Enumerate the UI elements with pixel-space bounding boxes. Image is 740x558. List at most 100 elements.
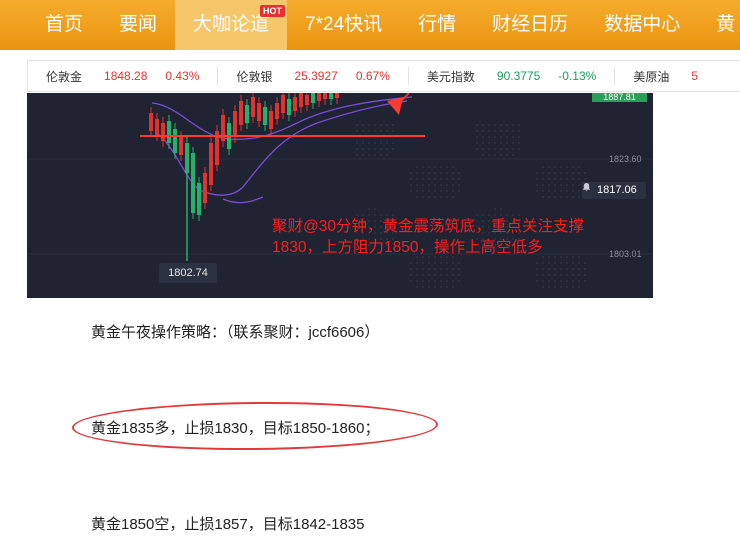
map-dot <box>428 280 430 282</box>
map-dot <box>446 262 448 264</box>
band-lower-tail <box>222 196 264 204</box>
nav-item-news[interactable]: 要闻 <box>101 0 175 50</box>
short-strategy-text: 黄金1850空，止损1857，目标1842-1835 <box>91 516 365 533</box>
map-dot <box>554 166 556 168</box>
ticker-item-us-oil[interactable]: 美原油 5 <box>614 67 734 85</box>
ticker-change: 0.43% <box>165 69 200 83</box>
nav-item-data-center[interactable]: 数据中心 <box>586 0 698 50</box>
map-dot <box>362 130 364 132</box>
map-dot <box>446 184 448 186</box>
map-dot <box>536 262 538 264</box>
map-dot <box>428 184 430 186</box>
nav-item-expert-talk[interactable]: 大咖论道 HOT <box>175 0 288 50</box>
nav-item-calendar[interactable]: 财经日历 <box>474 0 586 50</box>
map-dot <box>428 178 430 180</box>
candle-body <box>155 119 159 135</box>
map-dot <box>482 148 484 150</box>
map-dot <box>368 124 370 126</box>
map-dot <box>536 184 538 186</box>
ticker-item-dollar-index[interactable]: 美元指数 90.3775 -0.13% <box>407 67 614 85</box>
map-dot <box>380 124 382 126</box>
map-dot <box>416 166 418 168</box>
map-dot <box>410 190 412 192</box>
map-dot <box>440 172 442 174</box>
map-dot <box>440 190 442 192</box>
map-dot <box>380 154 382 156</box>
map-dot <box>578 178 580 180</box>
map-dot <box>566 268 568 270</box>
map-dot <box>422 172 424 174</box>
candle-body <box>203 173 207 203</box>
map-dot <box>434 178 436 180</box>
map-dot <box>566 184 568 186</box>
map-dot <box>452 172 454 174</box>
map-dot <box>410 274 412 276</box>
map-dot <box>410 268 412 270</box>
candle-body <box>293 97 297 111</box>
map-dot <box>380 148 382 150</box>
map-dot <box>500 148 502 150</box>
ticker-item-london-gold[interactable]: 伦敦金 1848.28 0.43% <box>28 67 217 85</box>
map-dot <box>422 196 424 198</box>
candle-body <box>287 99 291 115</box>
map-dot <box>428 268 430 270</box>
kline-chart-graphic <box>27 93 653 288</box>
map-dot <box>434 196 436 198</box>
map-dot <box>356 130 358 132</box>
nav-item-flash-news[interactable]: 7*24快讯 <box>287 0 400 50</box>
map-dot <box>416 274 418 276</box>
map-dot <box>536 268 538 270</box>
map-dot <box>482 154 484 156</box>
gold-kline-chart: 1887.81 1823.60 1803.01 1817.06 1802.74 … <box>27 93 653 298</box>
candle-body <box>179 137 183 155</box>
map-dot <box>380 130 382 132</box>
map-dot <box>542 184 544 186</box>
map-dot <box>452 184 454 186</box>
map-dot <box>446 268 448 270</box>
map-dot <box>452 196 454 198</box>
ticker-item-london-silver[interactable]: 伦敦银 25.3927 0.67% <box>217 67 407 85</box>
map-dot <box>500 124 502 126</box>
long-strategy-text: 黄金1835多，止损1830，目标1850-1860； <box>91 420 380 437</box>
candle-body <box>173 129 177 153</box>
map-dot <box>416 190 418 192</box>
map-dot <box>536 172 538 174</box>
map-dot <box>494 142 496 144</box>
map-dot <box>356 124 358 126</box>
map-dot <box>416 268 418 270</box>
map-dot <box>458 178 460 180</box>
map-dot <box>560 262 562 264</box>
map-dot <box>416 286 418 288</box>
ticker-price: 90.3775 <box>496 69 541 83</box>
annotation-line: 聚财@30分钟，黄金震荡筑底，重点关注支撑 <box>272 218 584 235</box>
map-dot <box>434 268 436 270</box>
candle-body <box>149 113 153 131</box>
map-dot <box>452 190 454 192</box>
map-dot <box>506 142 508 144</box>
candle-body <box>335 93 339 98</box>
nav-item-quotes[interactable]: 行情 <box>400 0 474 50</box>
candle-body <box>161 123 165 141</box>
candle-body <box>251 97 255 117</box>
map-dot <box>494 136 496 138</box>
map-dot <box>410 262 412 264</box>
map-dot <box>440 280 442 282</box>
map-dot <box>428 274 430 276</box>
map-dot <box>446 274 448 276</box>
map-dot <box>422 280 424 282</box>
map-dot <box>518 124 520 126</box>
nav-item-gold[interactable]: 黄 <box>698 0 740 50</box>
map-dot <box>422 274 424 276</box>
candle-body <box>209 143 213 185</box>
nav-label: 大咖论道 <box>193 14 270 35</box>
map-dot <box>578 172 580 174</box>
map-dot <box>476 124 478 126</box>
ticker-name: 伦敦银 <box>236 69 273 84</box>
map-dot <box>506 148 508 150</box>
map-dot <box>584 172 586 174</box>
map-dot <box>368 208 370 210</box>
map-dot <box>578 274 580 276</box>
map-dot <box>572 268 574 270</box>
candle-body <box>239 101 243 125</box>
nav-item-home[interactable]: 首页 <box>0 0 101 50</box>
